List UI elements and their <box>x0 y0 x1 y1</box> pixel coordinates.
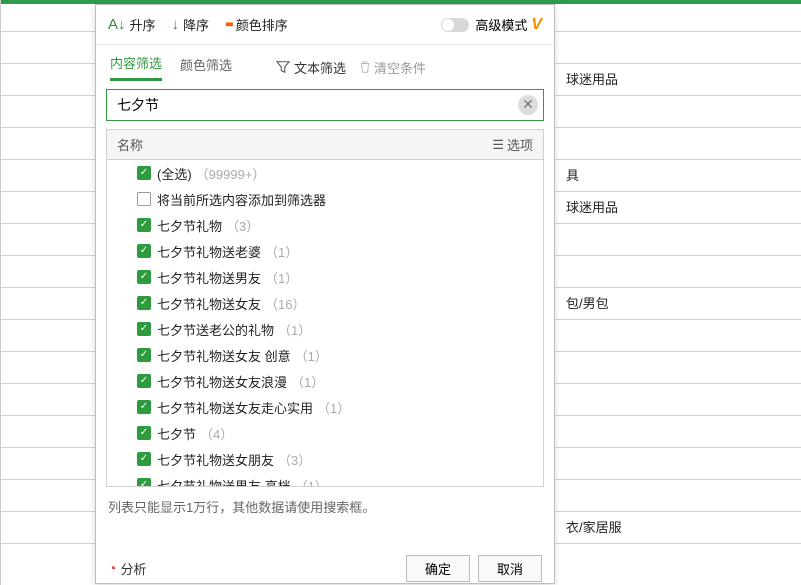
item-count: （3） <box>278 450 311 469</box>
item-count: （4） <box>200 424 233 443</box>
item-count: （1） <box>265 268 298 287</box>
item-label: 七夕节礼物送女友走心实用 <box>157 398 313 417</box>
checkbox[interactable] <box>137 348 151 362</box>
item-label: (全选) <box>157 164 192 183</box>
checkbox[interactable] <box>137 244 151 258</box>
item-count: （1） <box>278 320 311 339</box>
cancel-button[interactable]: 取消 <box>478 555 542 582</box>
list-item[interactable]: 七夕节礼物送女友 创意（1） <box>107 342 543 368</box>
checkbox[interactable] <box>137 322 151 336</box>
item-label: 七夕节礼物送女朋友 <box>157 450 274 469</box>
item-label: 七夕节 <box>157 424 196 443</box>
list-hint: 列表只能显示1万行，其他数据请使用搜索框。 <box>108 497 542 516</box>
vip-icon: V <box>531 16 542 34</box>
sort-desc-label: 降序 <box>183 15 209 34</box>
search-input[interactable] <box>106 89 544 121</box>
list-item[interactable]: 七夕节礼物送男友 高档 （1） <box>107 472 543 487</box>
column-name: 名称 <box>117 135 143 154</box>
item-label: 七夕节礼物送女友 <box>157 294 261 313</box>
tab-content-filter[interactable]: 内容筛选 <box>110 53 162 81</box>
checkbox[interactable] <box>137 296 151 310</box>
analyze-button[interactable]: ◔ 分析 <box>108 559 146 578</box>
checkbox[interactable] <box>137 478 151 487</box>
checkbox[interactable] <box>137 218 151 232</box>
list-item[interactable]: 七夕节礼物送男友（1） <box>107 264 543 290</box>
item-count: （16） <box>265 294 305 313</box>
color-sort-label: 颜色排序 <box>236 15 288 34</box>
sort-desc-button[interactable]: ↓ 降序 <box>172 15 210 34</box>
options-button[interactable]: ☰ 选项 <box>492 135 533 154</box>
text-filter-label: 文本筛选 <box>294 58 346 77</box>
list-item[interactable]: 七夕节礼物送女友走心实用（1） <box>107 394 543 420</box>
item-label: 七夕节礼物送男友 高档 <box>157 476 291 488</box>
advanced-label: 高级模式 <box>475 15 527 34</box>
item-count: （99999+） <box>196 164 266 183</box>
sort-asc-icon: A↓ <box>108 16 126 33</box>
search-box: ✕ <box>106 89 544 121</box>
color-sort-button[interactable]: ▪▪ 颜色排序 <box>225 15 288 34</box>
list-header: 名称 ☰ 选项 <box>106 129 544 159</box>
checkbox[interactable] <box>137 400 151 414</box>
clear-label: 清空条件 <box>374 58 426 77</box>
item-label: 七夕节礼物 <box>157 216 222 235</box>
filter-tabs: 内容筛选 颜色筛选 文本筛选 清空条件 <box>96 45 554 89</box>
color-sort-icon: ▪▪ <box>225 16 232 33</box>
item-count: （1） <box>265 242 298 261</box>
item-count: （1） <box>317 398 350 417</box>
list-item[interactable]: 七夕节送老公的礼物（1） <box>107 316 543 342</box>
list-item[interactable]: 七夕节礼物送老婆（1） <box>107 238 543 264</box>
item-label: 七夕节礼物送女友浪漫 <box>157 372 287 391</box>
list-item[interactable]: 七夕节礼物送女友浪漫（1） <box>107 368 543 394</box>
filter-dropdown-panel: A↓ 升序 ↓ 降序 ▪▪ 颜色排序 高级模式 V 内容筛选 颜色筛选 文本筛选… <box>95 4 555 584</box>
item-count: （1） <box>295 346 328 365</box>
trash-icon <box>358 60 372 74</box>
pie-icon: ◔ <box>108 560 116 576</box>
sort-asc-label: 升序 <box>130 15 156 34</box>
list-item[interactable]: (全选)（99999+） <box>107 160 543 186</box>
advanced-toggle[interactable] <box>441 18 469 32</box>
list-item[interactable]: 七夕节（4） <box>107 420 543 446</box>
ok-button[interactable]: 确定 <box>406 555 470 582</box>
analyze-label: 分析 <box>120 559 146 578</box>
sort-asc-button[interactable]: A↓ 升序 <box>108 15 156 34</box>
list-item[interactable]: 七夕节礼物（3） <box>107 212 543 238</box>
checkbox[interactable] <box>137 166 151 180</box>
list-item[interactable]: 将当前所选内容添加到筛选器 <box>107 186 543 212</box>
text-filter-button[interactable]: 文本筛选 <box>276 58 346 77</box>
item-count: （1） <box>291 372 324 391</box>
list-item[interactable]: 七夕节礼物送女友（16） <box>107 290 543 316</box>
funnel-icon <box>276 60 290 74</box>
hamburger-icon: ☰ <box>492 137 503 153</box>
item-label: 七夕节礼物送老婆 <box>157 242 261 261</box>
sort-toolbar: A↓ 升序 ↓ 降序 ▪▪ 颜色排序 高级模式 V <box>96 5 554 45</box>
item-count: （3） <box>226 216 259 235</box>
list-item[interactable]: 七夕节礼物送女朋友（3） <box>107 446 543 472</box>
checkbox[interactable] <box>137 426 151 440</box>
clear-filter-button[interactable]: 清空条件 <box>358 58 426 77</box>
checkbox[interactable] <box>137 192 151 206</box>
item-label: 七夕节礼物送女友 创意 <box>157 346 291 365</box>
checkbox[interactable] <box>137 270 151 284</box>
panel-footer: ◔ 分析 确定 取消 <box>96 553 554 583</box>
checkbox[interactable] <box>137 374 151 388</box>
item-label: 将当前所选内容添加到筛选器 <box>157 190 326 209</box>
item-label: 七夕节礼物送男友 <box>157 268 261 287</box>
filter-item-list[interactable]: (全选)（99999+）将当前所选内容添加到筛选器七夕节礼物（3）七夕节礼物送老… <box>106 159 544 487</box>
item-count: （1） <box>295 476 328 488</box>
clear-search-icon[interactable]: ✕ <box>518 95 538 115</box>
tab-color-filter[interactable]: 颜色筛选 <box>180 55 232 80</box>
checkbox[interactable] <box>137 452 151 466</box>
options-label: 选项 <box>507 135 533 154</box>
item-label: 七夕节送老公的礼物 <box>157 320 274 339</box>
sort-desc-icon: ↓ <box>172 16 180 33</box>
